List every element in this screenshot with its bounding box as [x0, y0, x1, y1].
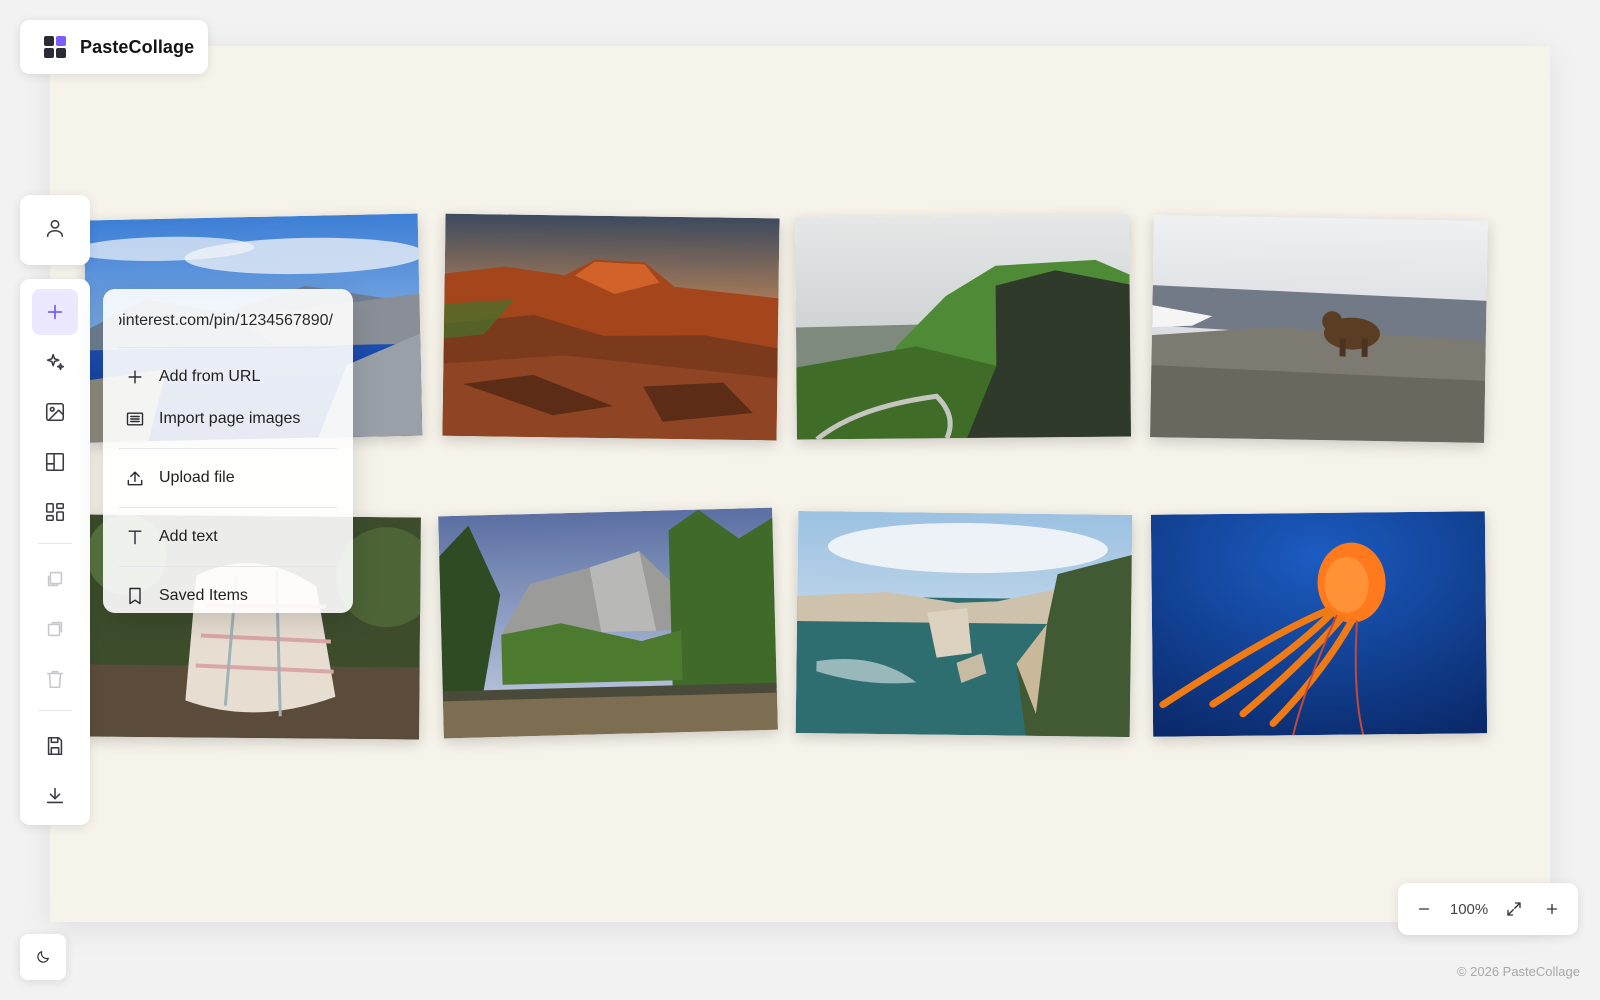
- photo-green-highlands-road[interactable]: [795, 214, 1131, 440]
- menu-item-label: Add text: [159, 528, 218, 545]
- app-name: PasteCollage: [80, 36, 195, 57]
- plus-icon: [47, 304, 63, 320]
- plus-icon: [128, 370, 142, 384]
- bookmark-icon: [129, 587, 141, 605]
- magic-button[interactable]: [32, 339, 78, 385]
- menu-divider: [119, 507, 337, 508]
- layout-icon: [45, 452, 65, 472]
- copyright-text: © 2026 PasteCollage: [1456, 964, 1580, 979]
- sparkles-icon: [46, 353, 65, 371]
- theme-toggle-button[interactable]: [20, 934, 66, 980]
- save-button[interactable]: [32, 723, 78, 769]
- bring-forward-button[interactable]: [32, 556, 78, 602]
- moon-icon: [37, 951, 49, 963]
- menu-item-upload-file[interactable]: Upload file: [119, 457, 337, 499]
- layout-button[interactable]: [32, 439, 78, 485]
- menu-divider: [119, 566, 337, 567]
- grid-button[interactable]: [32, 489, 78, 535]
- menu-item-add-from-url[interactable]: Add from URL: [119, 356, 337, 398]
- minus-icon: [1418, 908, 1430, 910]
- app-brand[interactable]: PasteCollage: [20, 20, 208, 74]
- menu-item-label: Saved Items: [159, 587, 248, 604]
- send-backward-button[interactable]: [32, 606, 78, 652]
- upload-icon: [127, 471, 143, 486]
- zoom-in-button[interactable]: [1540, 897, 1564, 921]
- menu-item-add-text[interactable]: Add text: [119, 516, 337, 558]
- photo-coastal-cliffs[interactable]: [795, 510, 1133, 738]
- delete-button[interactable]: [32, 656, 78, 702]
- zoom-control: 100%: [1398, 883, 1578, 935]
- expand-icon: [1507, 902, 1521, 916]
- image-button[interactable]: [32, 389, 78, 435]
- download-icon: [46, 787, 64, 804]
- menu-divider: [119, 448, 337, 449]
- photo-yosemite-valley[interactable]: [438, 507, 778, 739]
- toolbar-divider: [38, 543, 72, 544]
- add-menu: https://www.pinterest.com/pin/1234567890…: [103, 289, 353, 613]
- user-toolbar: [20, 195, 90, 265]
- trash-icon: [46, 670, 64, 689]
- user-icon: [46, 219, 64, 238]
- photo-bear-on-rock[interactable]: [1150, 215, 1488, 443]
- menu-item-label: Upload file: [159, 469, 235, 486]
- fit-to-screen-button[interactable]: [1502, 897, 1526, 921]
- app-logo-icon: [44, 36, 66, 58]
- document-image-icon: [126, 412, 144, 426]
- menu-item-import-page-images[interactable]: Import page images: [119, 398, 337, 440]
- menu-item-label: Import page images: [159, 410, 301, 427]
- layer-up-icon: [47, 571, 63, 587]
- zoom-out-button[interactable]: [1412, 897, 1436, 921]
- user-button[interactable]: [32, 205, 78, 251]
- grid-icon: [45, 502, 65, 522]
- menu-item-saved-items[interactable]: Saved Items: [119, 575, 337, 617]
- zoom-level: 100%: [1449, 900, 1489, 918]
- toolbar-divider: [38, 710, 72, 711]
- text-icon: [128, 530, 142, 545]
- menu-item-label: Add from URL: [159, 368, 261, 385]
- image-icon: [45, 402, 65, 422]
- download-button[interactable]: [32, 773, 78, 819]
- plus-icon: [1546, 903, 1558, 915]
- menu-divider: [119, 347, 337, 348]
- photo-jellyfish[interactable]: [1150, 511, 1488, 737]
- photo-red-rock-mesa[interactable]: [442, 213, 780, 441]
- url-input[interactable]: https://www.pinterest.com/pin/1234567890…: [119, 303, 337, 339]
- tools-toolbar: [20, 279, 90, 825]
- save-icon: [47, 736, 63, 756]
- add-button[interactable]: [32, 289, 78, 335]
- layer-down-icon: [47, 621, 63, 637]
